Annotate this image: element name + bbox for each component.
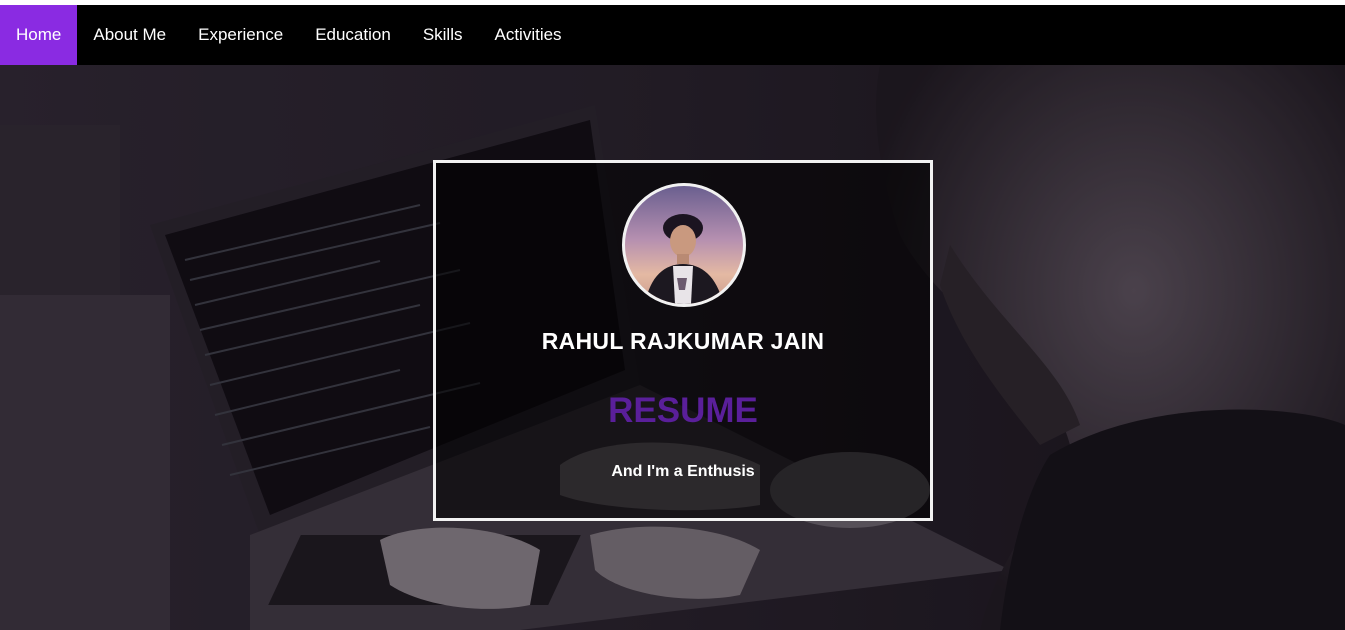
nav-activities[interactable]: Activities — [478, 5, 577, 65]
profile-photo-icon — [645, 214, 723, 304]
tagline: And I'm a Enthusis — [611, 463, 755, 480]
nav-skills[interactable]: Skills — [407, 5, 479, 65]
navbar: Home About Me Experience Education Skill… — [0, 5, 1345, 65]
nav-about-me[interactable]: About Me — [77, 5, 182, 65]
avatar — [622, 183, 746, 307]
page: Home About Me Experience Education Skill… — [0, 5, 1345, 630]
resume-title: RESUME — [608, 391, 758, 430]
nav-education[interactable]: Education — [299, 5, 407, 65]
person-name: RAHUL RAJKUMAR JAIN — [541, 328, 825, 354]
nav-experience[interactable]: Experience — [182, 5, 299, 65]
intro-card: RAHUL RAJKUMAR JAIN RESUME And I'm a Ent… — [433, 160, 933, 521]
nav-home[interactable]: Home — [0, 5, 78, 65]
